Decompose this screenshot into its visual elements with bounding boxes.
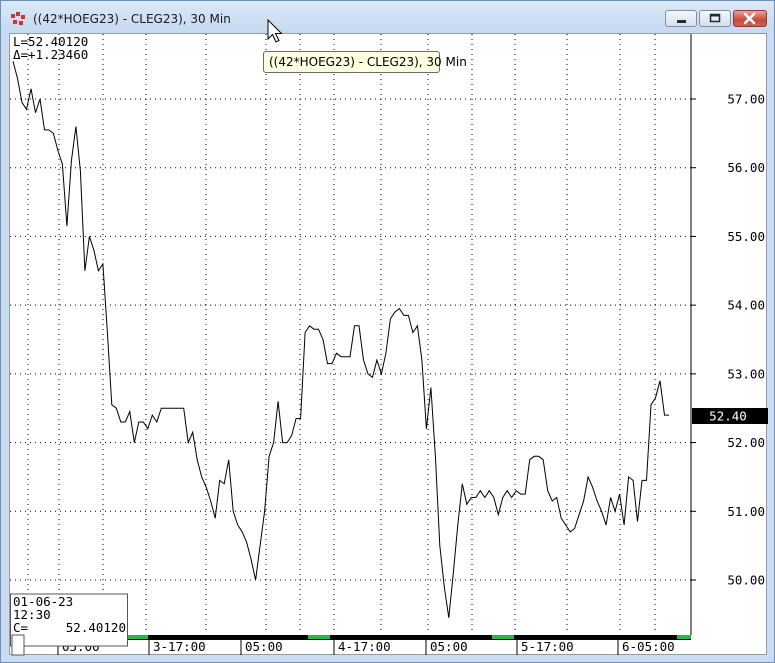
maximize-icon (709, 13, 721, 23)
session-marker (492, 635, 514, 639)
session-marker (308, 635, 330, 639)
price-tick-label: 51.00 (727, 504, 765, 519)
price-tick-label: 53.00 (727, 366, 765, 381)
time-tick-label: 6-05:00 (622, 639, 675, 654)
time-tick-label: 5-17:00 (521, 639, 574, 654)
price-tick-label: 50.00 (727, 573, 765, 588)
price-readout: L=52.40120 Δ=+1.23460 (13, 34, 88, 62)
chart-window: ((42*HOEG23) - CLEG23), 30 Min 57.00 56.0… (0, 0, 775, 663)
minimize-icon (677, 20, 686, 23)
current-price-label: 52.40 (709, 409, 747, 424)
price-tick-label: 55.00 (727, 229, 765, 244)
chart-area[interactable]: 57.00 56.00 55.00 54.00 53.00 52.00 51.00 50.00… (9, 33, 768, 656)
grid (10, 34, 692, 635)
price-tick-label: 56.00 (727, 160, 765, 175)
current-price-tag: 52.40 (692, 408, 768, 424)
info-box: 01-06-23 12:30 C= 52.40120 (10, 593, 128, 647)
info-close-value: 52.40120 (66, 620, 126, 635)
window-title: ((42*HOEG23) - CLEG23), 30 Min (33, 12, 231, 26)
info-close-label: C= (13, 620, 28, 635)
price-tick-label: 57.00 (727, 92, 765, 107)
session-marker (677, 635, 691, 639)
price-axis: 57.00 56.00 55.00 54.00 53.00 52.00 51.00 50.00 (691, 92, 765, 588)
title-bar[interactable]: ((42*HOEG23) - CLEG23), 30 Min (1, 1, 774, 33)
session-marker (128, 635, 148, 639)
time-tick-label: 05:00 (430, 639, 468, 654)
chart-app-icon (11, 12, 25, 25)
time-tick-label: 3-17:00 (153, 639, 206, 654)
maximize-button[interactable] (699, 10, 731, 27)
time-tick-label: 4-17:00 (338, 639, 391, 654)
price-line (12, 61, 669, 618)
price-chart[interactable]: 57.00 56.00 55.00 54.00 53.00 52.00 51.00 50.00… (10, 34, 768, 656)
close-icon (743, 12, 756, 25)
price-tick-label: 54.00 (727, 298, 765, 313)
minimize-button[interactable] (665, 10, 697, 27)
time-tick-label: 05:00 (245, 639, 283, 654)
close-button[interactable] (733, 10, 767, 27)
delta-value: Δ=+1.23460 (13, 47, 88, 62)
scroll-handle[interactable] (11, 634, 25, 656)
mouse-cursor-icon (267, 19, 283, 43)
tooltip: ((42*HOEG23) - CLEG23), 30 Min (263, 51, 467, 73)
price-tick-label: 52.00 (727, 435, 765, 450)
